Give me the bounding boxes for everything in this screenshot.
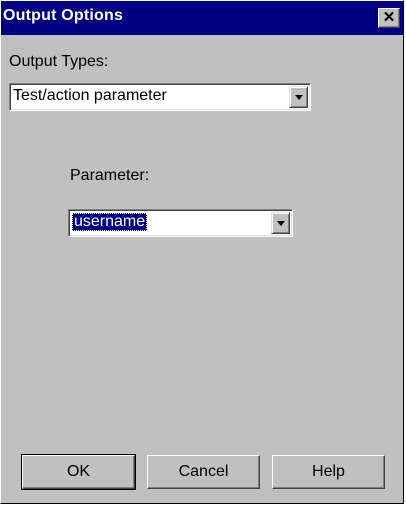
close-icon: ✕ (382, 9, 396, 26)
output-types-label: Output Types: (9, 53, 109, 70)
output-types-value: Test/action parameter (13, 87, 167, 104)
parameter-dropdown[interactable]: username (68, 209, 293, 237)
parameter-value: username (72, 213, 148, 231)
output-types-dropdown-button[interactable] (289, 86, 308, 108)
parameter-label: Parameter: (70, 167, 150, 184)
help-button[interactable]: Help (272, 455, 385, 489)
cancel-button[interactable]: Cancel (147, 455, 260, 489)
chevron-down-icon (295, 95, 303, 100)
chevron-down-icon (277, 221, 285, 226)
ok-button[interactable]: OK (21, 454, 136, 490)
dialog-title: Output Options (3, 7, 124, 24)
output-types-dropdown[interactable]: Test/action parameter (9, 83, 311, 111)
output-options-dialog: Output Options ✕ Output Types: Test/acti… (0, 0, 404, 504)
close-button[interactable]: ✕ (378, 8, 400, 28)
title-bar[interactable]: Output Options ✕ (1, 1, 403, 35)
parameter-dropdown-button[interactable] (271, 212, 290, 234)
